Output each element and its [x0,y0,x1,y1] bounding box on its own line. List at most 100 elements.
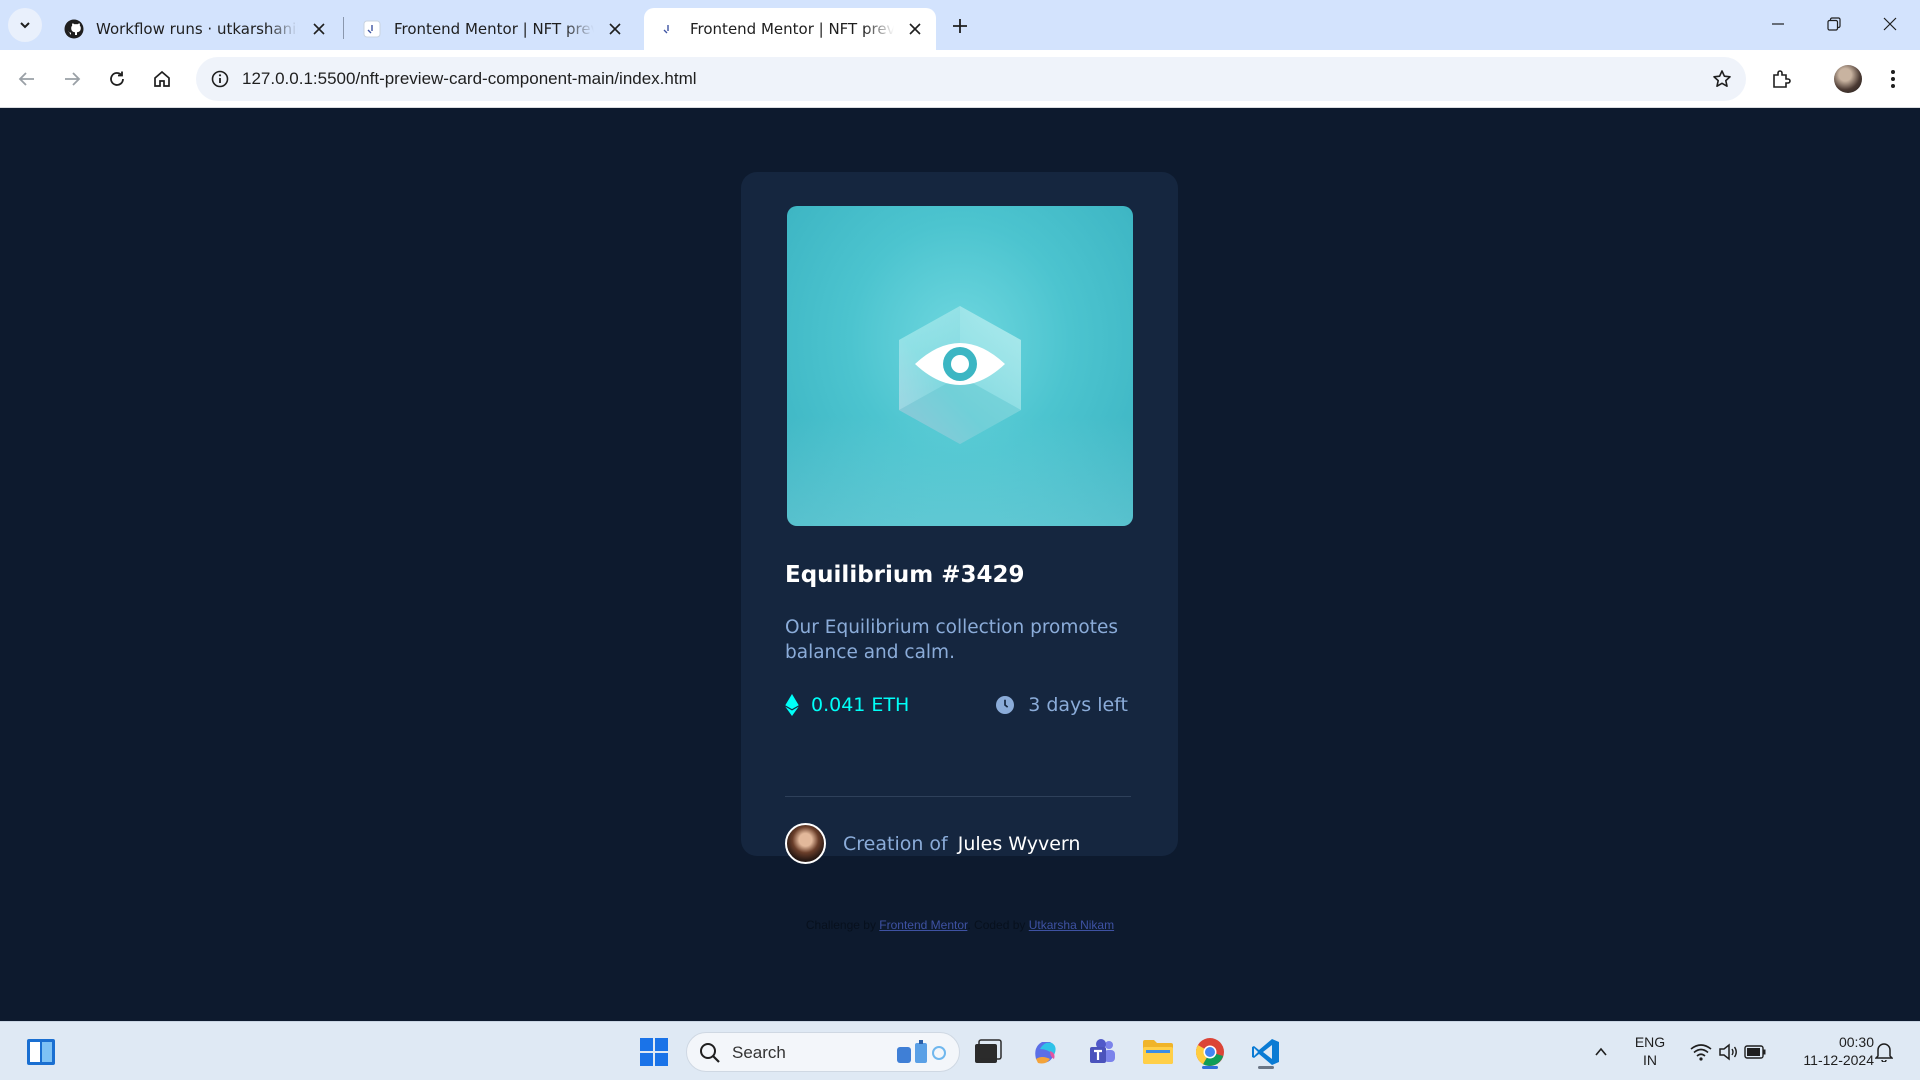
reload-icon [110,71,124,86]
input-language[interactable]: ENG IN [1630,1033,1670,1069]
minimize-icon [1772,23,1784,25]
nft-card: Equilibrium #3429 Our Equilibrium collec… [741,172,1178,864]
volume-icon [1719,1043,1737,1061]
search-icon [700,1043,720,1063]
widgets-icon [27,1039,55,1065]
attribution-middle: . Coded by [967,918,1026,932]
profile-avatar[interactable] [1834,65,1862,93]
chrome-taskbar-button[interactable] [1190,1032,1230,1072]
attribution-prefix: Challenge by [805,918,876,932]
show-hidden-icons-button[interactable] [1583,1032,1619,1072]
chevron-up-icon [1595,1047,1607,1056]
tab-strip: Workflow runs · utkarshanik/Pre Frontend… [0,0,1920,50]
puzzle-icon [1773,70,1791,88]
creator-name[interactable]: Jules Wyvern [958,833,1081,855]
clock-icon [996,696,1015,714]
forward-button[interactable] [54,61,90,97]
close-icon [1883,17,1897,31]
clock-time: 00:30 [1838,1034,1874,1050]
creator-prefix: Creation of [843,832,948,855]
minimize-button[interactable] [1750,0,1806,48]
time-left-text: 3 days left [1028,694,1128,716]
bell-icon [1875,1043,1893,1062]
address-bar[interactable]: 127.0.0.1:5500/nft-preview-card-componen… [196,57,1746,101]
tab-title: Workflow runs · utkarshanik/Pre [96,20,298,38]
tab-title: Frontend Mentor | NFT preview [394,20,594,38]
creator-avatar [785,823,826,864]
frontend-mentor-link[interactable]: Frontend Mentor [879,918,967,932]
windows-taskbar: Search ENG IN 00:30 11-12-2024 [0,1021,1920,1080]
clock[interactable]: 00:30 11-12-2024 [1782,1033,1874,1069]
price-value: 0.041 ETH [811,694,910,716]
price: 0.041 ETH [785,694,909,716]
tab-frontend-mentor-active[interactable]: Frontend Mentor | NFT preview [644,8,936,50]
page-content: Equilibrium #3429 Our Equilibrium collec… [0,109,1920,1021]
author-link[interactable]: Utkarsha Nikam [1029,918,1114,932]
quick-settings-button[interactable] [1678,1032,1778,1072]
copilot-button[interactable] [1025,1032,1065,1072]
teams-icon [1090,1039,1115,1063]
site-info-icon[interactable] [204,63,236,95]
tab-separator [343,17,344,39]
equilibrium-cube-image [899,306,1021,444]
close-window-button[interactable] [1862,0,1918,48]
vscode-taskbar-button[interactable] [1246,1032,1286,1072]
search-placeholder: Search [732,1043,786,1062]
nft-description: Our Equilibrium collection promotes bala… [785,617,1118,663]
tab-title: Frontend Mentor | NFT preview [690,20,894,38]
vscode-icon [1252,1039,1279,1065]
folder-icon [1143,1040,1173,1064]
restore-button[interactable] [1806,0,1862,48]
nft-title[interactable]: Equilibrium #3429 [785,562,1025,588]
close-tab-icon[interactable] [602,16,628,42]
taskbar-search[interactable]: Search [686,1032,960,1072]
bookmark-star-icon[interactable] [1706,63,1738,95]
restore-icon [1827,17,1841,31]
more-vert-icon [1891,70,1895,88]
wifi-icon [1690,1044,1712,1061]
frontend-mentor-icon [362,19,382,39]
tab-frontend-mentor-1[interactable]: Frontend Mentor | NFT preview [348,8,636,50]
notifications-button[interactable] [1866,1032,1902,1072]
clock-date: 11-12-2024 [1803,1052,1874,1068]
url-text: 127.0.0.1:5500/nft-preview-card-componen… [242,69,697,88]
task-view-button[interactable] [968,1032,1008,1072]
start-button[interactable] [634,1032,674,1072]
github-icon [64,19,84,39]
home-icon [154,70,170,87]
chrome-icon [1195,1038,1224,1066]
time-left: 3 days left [996,694,1128,716]
extensions-button[interactable] [1763,61,1799,97]
close-tab-icon[interactable] [902,16,928,42]
browser-toolbar: 127.0.0.1:5500/nft-preview-card-componen… [0,50,1920,108]
tab-workflow-runs[interactable]: Workflow runs · utkarshanik/Pre [50,8,340,50]
browser-menu-button[interactable] [1875,61,1911,97]
arrow-right-icon [65,72,81,86]
copilot-icon [1035,1042,1056,1064]
region-code: IN [1643,1052,1657,1068]
creator: Creation of Jules Wyvern [785,823,1080,864]
tab-search-button[interactable] [8,8,42,42]
home-button[interactable] [144,61,180,97]
nft-image[interactable] [787,206,1133,526]
windows-logo-icon [640,1038,668,1066]
teams-button[interactable] [1082,1032,1122,1072]
frontend-mentor-icon [658,19,678,39]
new-tab-button[interactable] [944,10,976,42]
plus-icon [953,19,967,33]
attribution: Challenge by Frontend Mentor. Coded by U… [0,918,1920,932]
search-highlight-icon [897,1040,946,1063]
reload-button[interactable] [99,61,135,97]
language-code: ENG [1634,1034,1666,1050]
widgets-button[interactable] [21,1032,61,1072]
active-indicator [1202,1066,1218,1069]
arrow-left-icon [18,72,34,86]
chevron-down-icon [20,22,30,29]
ethereum-icon [785,694,799,716]
battery-icon [1744,1045,1766,1059]
back-button[interactable] [9,61,45,97]
close-tab-icon[interactable] [306,16,332,42]
file-explorer-button[interactable] [1138,1032,1178,1072]
divider [785,796,1131,797]
task-view-icon [975,1039,1002,1063]
